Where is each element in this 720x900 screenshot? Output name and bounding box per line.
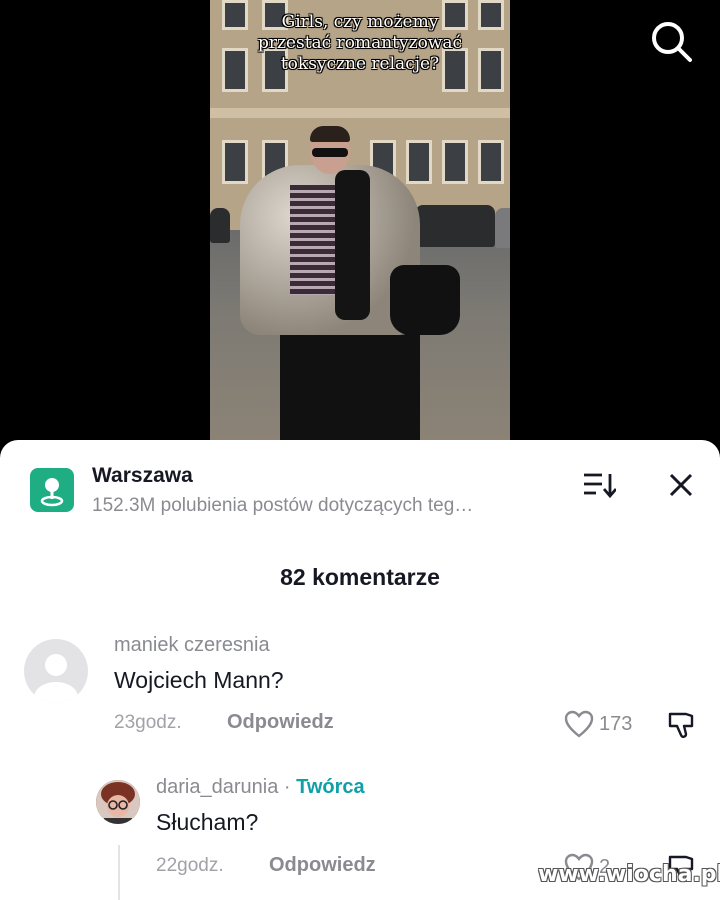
creator-badge: Twórca bbox=[296, 776, 365, 798]
reply-button[interactable]: Odpowiedz bbox=[269, 854, 376, 877]
comment-time: 23godz. bbox=[114, 712, 182, 733]
watermark: www.wiocha.pl bbox=[538, 862, 720, 887]
thread-line bbox=[118, 845, 120, 900]
map-pin-icon[interactable] bbox=[30, 468, 74, 512]
parked-car bbox=[415, 205, 495, 247]
handbag bbox=[390, 265, 460, 335]
scarf bbox=[335, 170, 370, 320]
dislike-icon[interactable] bbox=[666, 710, 696, 740]
caption-line: Girls, czy możemy bbox=[281, 12, 439, 32]
like-count: 173 bbox=[599, 713, 633, 735]
comment-username[interactable]: maniek czeresnia bbox=[114, 634, 270, 657]
close-icon[interactable] bbox=[666, 470, 696, 500]
hair bbox=[310, 126, 350, 142]
avatar[interactable] bbox=[96, 780, 140, 824]
location-title[interactable]: Warszawa bbox=[92, 464, 193, 488]
comment-username[interactable]: daria_darunia bbox=[156, 776, 278, 798]
parked-car bbox=[495, 208, 510, 248]
comment-time: 22godz. bbox=[156, 855, 224, 876]
video-player[interactable]: Girls, czy możemy przestać romantyzować … bbox=[210, 0, 510, 440]
location-subtitle: 152.3M polubienia postów dotyczących teg… bbox=[92, 495, 474, 516]
comment-username-row: daria_darunia · Twórca bbox=[156, 776, 365, 799]
video-caption: Girls, czy możemy przestać romantyzować … bbox=[210, 12, 510, 75]
comment-count: 82 komentarze bbox=[280, 564, 440, 590]
parked-car bbox=[210, 208, 230, 243]
heart-icon[interactable] bbox=[564, 710, 594, 738]
caption-line: toksyczne relacje? bbox=[280, 54, 440, 74]
search-icon[interactable] bbox=[648, 18, 694, 64]
avatar[interactable] bbox=[24, 639, 88, 703]
comments-sheet: Warszawa 152.3M polubienia postów dotycz… bbox=[0, 440, 720, 900]
separator: · bbox=[278, 776, 297, 798]
reply-button[interactable]: Odpowiedz bbox=[227, 711, 334, 734]
comment-text: Słucham? bbox=[156, 809, 259, 835]
sunglasses bbox=[312, 148, 348, 157]
sort-icon[interactable] bbox=[582, 470, 616, 500]
comment-text: Wojciech Mann? bbox=[114, 667, 284, 693]
caption-line: przestać romantyzować bbox=[257, 33, 463, 53]
